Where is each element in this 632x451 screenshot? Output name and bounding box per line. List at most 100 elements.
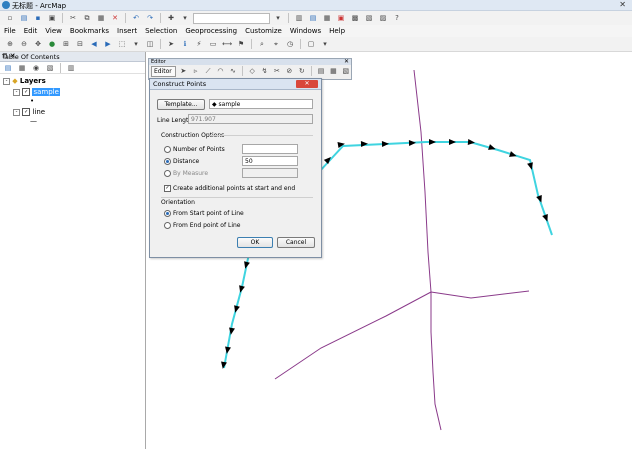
find-icon[interactable]: ⌕ [256, 38, 268, 50]
table-of-contents-icon[interactable]: ▤ [307, 12, 319, 24]
from-start-option[interactable]: From Start point of Line [164, 210, 244, 217]
select-features-icon[interactable]: ⬚ [116, 38, 128, 50]
previous-extent-icon[interactable]: ◀ [88, 38, 100, 50]
attributes-icon[interactable]: ▤ [316, 65, 326, 77]
new-document-icon[interactable]: ▫ [4, 12, 16, 24]
model-builder-icon[interactable]: ▧ [363, 12, 375, 24]
list-by-selection-icon[interactable]: ▧ [44, 62, 56, 74]
create-features-icon[interactable]: ▧ [341, 65, 351, 77]
delete-icon[interactable]: ✕ [109, 12, 121, 24]
rotate-icon[interactable]: ↻ [297, 65, 307, 77]
find-route-icon[interactable]: ⚑ [235, 38, 247, 50]
layers-root[interactable]: - ◆ Layers [3, 77, 46, 85]
full-extent-icon[interactable]: ● [46, 38, 58, 50]
zoom-in-icon[interactable]: ⊕ [4, 38, 16, 50]
identify-icon[interactable]: ℹ [179, 38, 191, 50]
menu-view[interactable]: View [41, 27, 66, 35]
from-start-radio[interactable] [164, 210, 171, 217]
line-feature[interactable] [430, 290, 530, 299]
line-feature[interactable] [413, 69, 442, 431]
distance-radio[interactable] [164, 158, 171, 165]
menu-file[interactable]: File [0, 27, 20, 35]
from-end-option[interactable]: From End point of Line [164, 222, 241, 229]
html-popup-icon[interactable]: ▭ [207, 38, 219, 50]
trace-icon[interactable]: ∿ [228, 65, 238, 77]
menu-insert[interactable]: Insert [113, 27, 141, 35]
next-extent-icon[interactable]: ▶ [102, 38, 114, 50]
menu-selection[interactable]: Selection [141, 27, 181, 35]
zoom-out-icon[interactable]: ⊖ [18, 38, 30, 50]
template-button[interactable]: Template... [157, 99, 205, 110]
add-data-icon[interactable]: ✚ [165, 12, 177, 24]
list-by-drawing-order-icon[interactable]: ▤ [2, 62, 14, 74]
menu-edit[interactable]: Edit [20, 27, 42, 35]
menu-windows[interactable]: Windows [286, 27, 325, 35]
layer-item-line[interactable]: - ✓ line [13, 108, 45, 116]
cancel-button[interactable]: Cancel [277, 237, 315, 248]
map-scale-input[interactable] [193, 12, 270, 24]
reshape-icon[interactable]: ↯ [259, 65, 269, 77]
redo-icon[interactable]: ↷ [144, 12, 156, 24]
distance-input[interactable]: 50 [242, 156, 298, 166]
menu-help[interactable]: Help [325, 27, 349, 35]
collapse-icon[interactable]: - [13, 88, 20, 96]
select-elements-icon[interactable]: ➤ [165, 38, 177, 50]
edit-tool-icon[interactable]: ➤ [178, 65, 188, 77]
additional-points-option[interactable]: ✓ Create additional points at start and e… [164, 185, 295, 192]
close-icon[interactable]: ✕ [296, 80, 318, 88]
clear-selection-icon[interactable]: ◫ [144, 38, 156, 50]
print-icon[interactable]: ▣ [46, 12, 58, 24]
list-by-visibility-icon[interactable]: ◉ [30, 62, 42, 74]
additional-points-checkbox[interactable]: ✓ [164, 185, 171, 192]
dropdown-icon[interactable]: ▾ [179, 12, 191, 24]
number-of-points-option[interactable]: Number of Points [164, 146, 225, 153]
edit-annotation-icon[interactable]: ▹ [190, 65, 200, 77]
python-icon[interactable]: ▩ [349, 12, 361, 24]
toolbox-icon[interactable]: ▣ [335, 12, 347, 24]
line-feature[interactable] [274, 291, 432, 380]
from-end-radio[interactable] [164, 222, 171, 229]
close-icon[interactable]: ✕ [619, 0, 626, 9]
visibility-checkbox[interactable]: ✓ [22, 88, 31, 96]
selected-line-feature[interactable] [318, 141, 553, 236]
catalog-icon[interactable]: ▦ [321, 12, 333, 24]
options-icon[interactable]: ▥ [65, 62, 77, 74]
fixed-zoom-in-icon[interactable]: ⊞ [60, 38, 72, 50]
paste-icon[interactable]: ▦ [95, 12, 107, 24]
split-icon[interactable]: ⊘ [284, 65, 294, 77]
save-icon[interactable]: ▪ [32, 12, 44, 24]
layer-name-sample[interactable]: sample [32, 88, 60, 96]
help-icon[interactable]: ? [391, 12, 403, 24]
distance-option[interactable]: Distance [164, 158, 199, 165]
open-icon[interactable]: ▤ [18, 12, 30, 24]
editor-toolbar-icon[interactable]: ▥ [293, 12, 305, 24]
end-point-arc-icon[interactable]: ◠ [215, 65, 225, 77]
editor-menu-button[interactable]: Editor ▾ [151, 65, 177, 84]
layer-item-sample[interactable]: - ✓ sample [13, 88, 60, 96]
fixed-zoom-out-icon[interactable]: ⊟ [74, 38, 86, 50]
number-of-points-radio[interactable] [164, 146, 171, 153]
template-field[interactable]: ◆ sample [209, 99, 313, 109]
layer-name-line[interactable]: line [32, 108, 45, 116]
time-slider-icon[interactable]: ◷ [284, 38, 296, 50]
menu-geoprocessing[interactable]: Geoprocessing [181, 27, 241, 35]
list-by-source-icon[interactable]: ▦ [16, 62, 28, 74]
cut-polygons-icon[interactable]: ✂ [272, 65, 282, 77]
menu-bookmarks[interactable]: Bookmarks [66, 27, 113, 35]
create-viewer-icon[interactable]: ▢ [305, 38, 317, 50]
dropdown-icon[interactable]: ▾ [319, 38, 331, 50]
straight-segment-icon[interactable]: ⟋ [203, 65, 213, 77]
go-to-xy-icon[interactable]: ⌖ [270, 38, 282, 50]
cut-icon[interactable]: ✂ [67, 12, 79, 24]
collapse-icon[interactable]: - [3, 77, 10, 85]
hyperlink-icon[interactable]: ⚡ [193, 38, 205, 50]
edit-vertices-icon[interactable]: ◇ [247, 65, 257, 77]
sketch-properties-icon[interactable]: ▦ [328, 65, 338, 77]
search-window-icon[interactable]: ▨ [377, 12, 389, 24]
menu-customize[interactable]: Customize [241, 27, 286, 35]
copy-icon[interactable]: ⧉ [81, 12, 93, 24]
pin-close-icon[interactable]: ⊓ ✕ [2, 52, 142, 60]
number-of-points-input[interactable] [242, 144, 298, 154]
close-icon[interactable]: ✕ [344, 58, 349, 65]
undo-icon[interactable]: ↶ [130, 12, 142, 24]
